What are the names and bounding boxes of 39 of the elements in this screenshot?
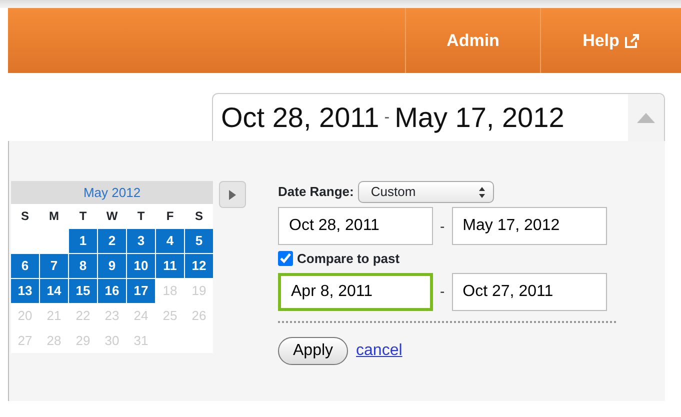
end-date-text: May 17, 2012 — [394, 100, 564, 135]
apply-button[interactable]: Apply — [278, 336, 348, 364]
calendar-day[interactable]: 15 — [69, 279, 97, 303]
calendar-day[interactable]: 8 — [69, 254, 97, 278]
date-range-dropdown[interactable]: Oct 28, 2011 - May 17, 2012 — [212, 93, 665, 141]
compare-end-field[interactable]: Oct 27, 2011 — [452, 272, 607, 310]
calendar-day[interactable]: 14 — [40, 279, 68, 303]
date-separator: - — [383, 108, 391, 128]
select-arrows-icon — [478, 186, 485, 198]
date-separator: - — [439, 282, 446, 301]
next-month-button[interactable] — [219, 181, 246, 208]
nav-link[interactable]: Help — [540, 8, 681, 73]
calendar-day[interactable]: 3 — [127, 229, 155, 253]
calendar-day[interactable]: 12 — [185, 254, 213, 278]
date-range-label: Date Range: — [278, 183, 354, 202]
calendar-month-title: May 2012 — [11, 181, 213, 204]
end-date-field[interactable]: May 17, 2012 — [452, 207, 607, 245]
calendar-day[interactable]: 2 — [98, 229, 126, 253]
calendar-day[interactable]: 5 — [185, 229, 213, 253]
compare-label: Compare to past — [297, 250, 400, 268]
calendar-day[interactable]: 10 — [127, 254, 155, 278]
cancel-link[interactable]: cancel — [356, 338, 402, 362]
calendar-day[interactable]: 7 — [40, 254, 68, 278]
date-range-select[interactable]: Custom — [358, 181, 494, 203]
calendar-day[interactable]: 6 — [11, 254, 39, 278]
calendar-day[interactable]: 16 — [98, 279, 126, 303]
start-date-field[interactable]: Oct 28, 2011 — [278, 207, 433, 245]
calendar-day[interactable]: 4 — [156, 229, 184, 253]
calendar-day[interactable]: 11 — [156, 254, 184, 278]
start-date-text: Oct 28, 2011 — [220, 100, 380, 134]
date-separator: - — [439, 216, 446, 236]
calendar-day[interactable]: 13 — [11, 279, 39, 303]
compare-checkbox[interactable] — [278, 251, 293, 266]
calendar-day[interactable]: 9 — [98, 254, 126, 278]
calendar-day[interactable]: 1 — [69, 229, 97, 253]
compare-start-field[interactable]: Apr 8, 2011 — [278, 272, 433, 310]
nav-link[interactable]: Admin — [405, 8, 540, 73]
right-arrow-icon — [229, 190, 236, 200]
calendar-day[interactable]: 17 — [127, 279, 155, 303]
